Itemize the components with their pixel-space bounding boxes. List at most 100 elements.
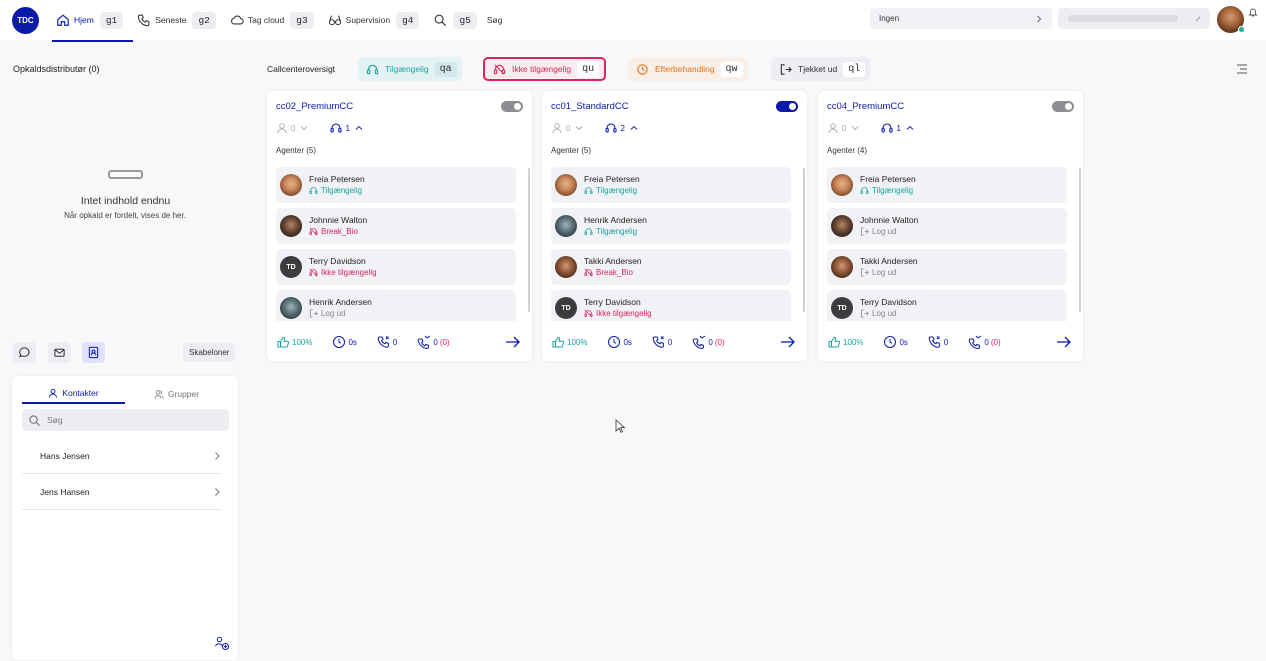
contact-row[interactable]: Jens Hansen	[22, 474, 222, 510]
arrow-right-icon[interactable]	[1056, 335, 1072, 349]
top-bar: TDC Hjem g1 Seneste g2 Tag cloud g3 Supe…	[0, 0, 1266, 42]
status-select[interactable]	[1058, 8, 1210, 29]
agent-status: Tilgængelig	[860, 185, 916, 196]
agent-row[interactable]: Freia Petersen Tilgængelig	[276, 167, 516, 203]
headset-off-icon	[584, 309, 593, 317]
agents-scrollbar[interactable]	[1079, 168, 1081, 312]
contact-name: Hans Jensen	[40, 450, 90, 461]
nav-recent-label: Seneste	[155, 15, 187, 25]
templates-button[interactable]: Skabeloner	[183, 343, 236, 362]
agents-scrollbar[interactable]	[528, 168, 530, 312]
agent-status: Tilgængelig	[584, 226, 647, 237]
nav-supervision[interactable]: Supervision g4	[324, 0, 430, 40]
headset-icon	[584, 227, 593, 235]
user-avatar[interactable]	[1217, 6, 1245, 33]
mail-button[interactable]	[48, 342, 71, 363]
contacts-search-input[interactable]: Søg	[22, 409, 229, 431]
agent-status: Ikke tilgængelig	[584, 308, 652, 319]
agents-scrollbar[interactable]	[803, 168, 805, 312]
group-icon	[154, 390, 164, 399]
agent-avatar	[831, 256, 853, 278]
filter-unavailable-button[interactable]: Ikke tilgængelig qu	[483, 57, 607, 81]
agent-row[interactable]: Freia Petersen Tilgængelig	[827, 167, 1067, 203]
agents-header: Agenter (5)	[276, 146, 317, 155]
callcenter-stats: 0 2	[551, 122, 640, 134]
filter-available-button[interactable]: Tilgængelig qa	[358, 57, 462, 81]
bell-icon[interactable]	[1248, 7, 1258, 17]
agent-name: Takki Andersen	[584, 256, 642, 267]
add-contact-icon[interactable]	[214, 635, 230, 651]
agent-row[interactable]: TD Terry Davidson Ikke tilgængelig	[276, 249, 516, 285]
nav-search-shortcut: g5	[453, 11, 477, 29]
chevron-up-icon	[355, 125, 363, 130]
agent-row[interactable]: TD Terry Davidson Log ud	[827, 290, 1067, 321]
agent-status: Log ud	[860, 308, 917, 319]
agent-status-label: Tilgængelig	[596, 226, 638, 236]
agent-row[interactable]: TD Terry Davidson Ikke tilgængelig	[551, 290, 791, 321]
nav-home[interactable]: Hjem g1	[52, 0, 134, 42]
filter-aftercall-button[interactable]: Efterbehandling qw	[628, 57, 748, 81]
callcenter-title[interactable]: cc04_PremiumCC	[827, 101, 904, 112]
nav-tagcloud-shortcut: g3	[290, 11, 314, 29]
agents-count: 1	[345, 123, 350, 133]
agent-avatar	[831, 215, 853, 237]
waiting-stat[interactable]: 0	[827, 122, 861, 134]
filter-aftercall-shortcut: qw	[720, 61, 743, 77]
wait-time-value: 0s	[899, 337, 908, 347]
callcenter-title[interactable]: cc01_StandardCC	[551, 101, 629, 112]
filter-checked-out-button[interactable]: Tjekket ud ql	[771, 57, 871, 81]
search-placeholder: Søg	[47, 415, 63, 425]
glasses-icon	[328, 15, 341, 26]
phone-icon	[138, 14, 150, 27]
chat-button[interactable]	[13, 342, 36, 363]
person-icon	[49, 388, 58, 398]
headset-icon	[584, 186, 593, 194]
callcenter-toggle[interactable]	[776, 101, 798, 112]
queue-select[interactable]: Ingen	[870, 8, 1052, 29]
contacts-book-button[interactable]	[82, 342, 105, 363]
callcenter-card: cc02_PremiumCC 0 1 Agenter (5) Freia Pet…	[267, 91, 532, 361]
tdc-logo[interactable]: TDC	[12, 7, 39, 34]
callcenter-title[interactable]: cc02_PremiumCC	[276, 101, 353, 112]
agent-row[interactable]: Takki Andersen Log ud	[827, 249, 1067, 285]
headset-icon	[330, 123, 343, 133]
agent-status: Log ud	[860, 226, 918, 237]
agent-row[interactable]: Takki Andersen Break_Bio	[551, 249, 791, 285]
nav-search[interactable]: g5 Søg	[429, 0, 506, 40]
callcenter-toggle[interactable]	[501, 101, 523, 112]
agent-row[interactable]: Johnnie Walton Log ud	[827, 208, 1067, 244]
agents-stat[interactable]: 1	[330, 122, 364, 134]
agent-avatar	[280, 174, 302, 196]
nav-recent[interactable]: Seneste g2	[133, 0, 226, 40]
headset-off-icon	[584, 268, 593, 276]
agents-stat[interactable]: 2	[605, 122, 639, 134]
agent-row[interactable]: Johnnie Walton Break_Bio	[276, 208, 516, 244]
arrow-right-icon[interactable]	[780, 335, 796, 349]
agent-row[interactable]: Henrik Andersen Log ud	[276, 290, 516, 321]
waiting-stat[interactable]: 0	[276, 122, 310, 134]
presence-dot	[1238, 26, 1245, 33]
contact-row[interactable]: Hans Jensen	[22, 438, 222, 474]
missed-value: 0	[708, 337, 713, 347]
headset-icon	[366, 64, 379, 74]
layout-menu-icon[interactable]	[1236, 63, 1248, 75]
waiting-count: 0	[566, 123, 571, 133]
callcenter-toggle[interactable]	[1052, 101, 1074, 112]
nav-tagcloud[interactable]: Tag cloud g3	[226, 0, 324, 40]
tab-groups[interactable]: Grupper	[125, 384, 228, 404]
empty-state-subtitle: Når opkald er fordelt, vises de her.	[64, 211, 186, 220]
arrow-right-icon[interactable]	[505, 335, 521, 349]
agent-row[interactable]: Freia Petersen Tilgængelig	[551, 167, 791, 203]
agent-status: Tilgængelig	[584, 185, 640, 196]
filter-available-shortcut: qa	[434, 61, 457, 77]
search-icon	[435, 14, 447, 27]
agents-stat[interactable]: 1	[881, 122, 915, 134]
contacts-panel: Kontakter Grupper Søg Hans Jensen Jens H…	[12, 376, 238, 660]
tab-contacts[interactable]: Kontakter	[22, 384, 125, 404]
waiting-stat[interactable]: 0	[551, 122, 585, 134]
wait-time-stat: 0s	[332, 335, 357, 349]
agent-row[interactable]: Henrik Andersen Tilgængelig	[551, 208, 791, 244]
person-icon	[277, 123, 287, 134]
app-root: TDC Hjem g1 Seneste g2 Tag cloud g3 Supe…	[0, 0, 1266, 661]
agents-header: Agenter (4)	[827, 146, 868, 155]
